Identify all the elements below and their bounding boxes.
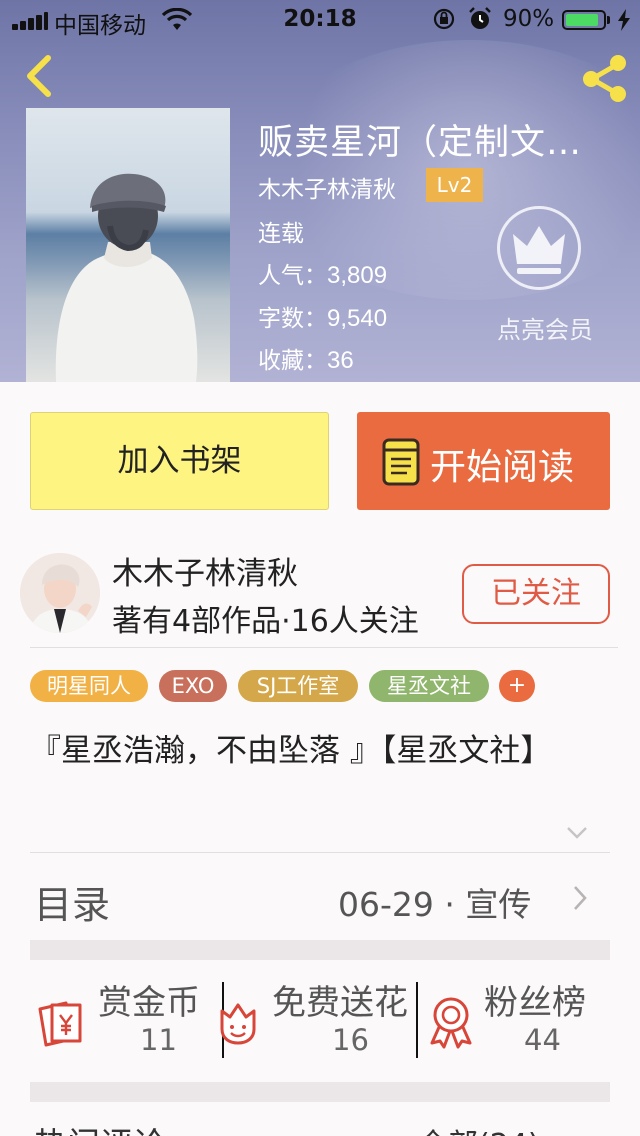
member-badge[interactable]: 点亮会员 (485, 206, 605, 346)
reward-coins-label: 赏金币 (98, 983, 200, 1023)
add-to-shelf-button[interactable]: 加入书架 (30, 412, 329, 510)
avatar-illustration (20, 553, 100, 633)
chevron-left-icon[interactable] (18, 52, 58, 100)
section-separator (30, 940, 610, 960)
cover-illustration (55, 173, 198, 382)
member-label: 点亮会员 (497, 316, 593, 344)
charging-bolt-icon (618, 9, 630, 31)
favorites-label: 收藏： (258, 348, 327, 374)
word-count-stat: 字数：9,540 (258, 299, 387, 333)
tag-chip[interactable]: 星丞文社 (369, 670, 489, 702)
fan-ranking-label: 粉丝榜 (484, 983, 586, 1023)
crown-circle (497, 206, 581, 290)
popularity-label: 人气： (258, 263, 327, 289)
free-flowers-label: 免费送花 (272, 983, 408, 1023)
reward-coins-value: 11 (140, 1023, 177, 1057)
more-tags-button[interactable]: + (499, 670, 535, 702)
book-header: 中国移动 20:18 90% 贩卖星河（定制文… 木木子林清秋 Lv2 连载 人… (0, 0, 640, 382)
tag-chip[interactable]: 明星同人 (30, 670, 148, 702)
author-card-meta: 著有4部作品·16人关注 (112, 604, 419, 639)
chevron-right-icon (574, 886, 587, 910)
rotation-lock-icon (433, 8, 455, 30)
fan-ranking-value: 44 (524, 1023, 561, 1057)
battery-cap (607, 16, 610, 24)
word-count-value: 9,540 (327, 305, 388, 332)
divider (30, 852, 610, 853)
battery-percent: 90% (503, 6, 555, 32)
popularity-value: 3,809 (327, 262, 388, 289)
share-icon[interactable] (578, 52, 634, 104)
red-envelope-icon (38, 1001, 82, 1047)
rosette-badge-icon (430, 997, 472, 1049)
crown-icon (513, 226, 565, 274)
stat-divider (416, 982, 418, 1058)
tag-chip[interactable]: EXO (159, 670, 227, 702)
hot-comments-title: 热门评论 (34, 1118, 166, 1136)
word-count-label: 字数： (258, 306, 327, 332)
divider (30, 647, 618, 648)
popularity-stat: 人气：3,809 (258, 256, 387, 290)
flower-icon (220, 1003, 256, 1045)
book-icon (382, 438, 420, 486)
free-flowers-value: 16 (332, 1023, 369, 1057)
favorites-value: 36 (327, 347, 354, 374)
author-level-badge: Lv2 (426, 168, 483, 202)
battery-level (566, 14, 598, 26)
chevron-down-icon[interactable] (566, 826, 588, 840)
toc-latest-chapter: 06-29 · 宣传 (338, 885, 532, 924)
tag-chip[interactable]: SJ工作室 (238, 670, 358, 702)
follow-button[interactable]: 已关注 (462, 564, 610, 624)
battery-icon (562, 10, 606, 30)
author-card-name[interactable]: 木木子林清秋 (112, 548, 298, 593)
start-reading-label: 开始阅读 (430, 447, 575, 488)
favorites-stat: 收藏：36 (258, 341, 354, 375)
alarm-icon (469, 7, 491, 29)
book-cover[interactable] (26, 108, 230, 382)
book-intro: 『星丞浩瀚，不由坠落 』【星丞文社】 (30, 733, 552, 769)
author-avatar[interactable] (20, 553, 100, 633)
all-comments-link[interactable]: 全部(24) (418, 1120, 540, 1136)
book-author[interactable]: 木木子林清秋 (258, 170, 396, 204)
book-title: 贩卖星河（定制文… (258, 123, 583, 163)
book-status: 连载 (258, 221, 304, 247)
section-separator (30, 1082, 610, 1102)
start-reading-button[interactable]: 开始阅读 (357, 412, 610, 510)
toc-label: 目录 (34, 883, 111, 927)
status-bar: 中国移动 20:18 90% (0, 0, 640, 40)
